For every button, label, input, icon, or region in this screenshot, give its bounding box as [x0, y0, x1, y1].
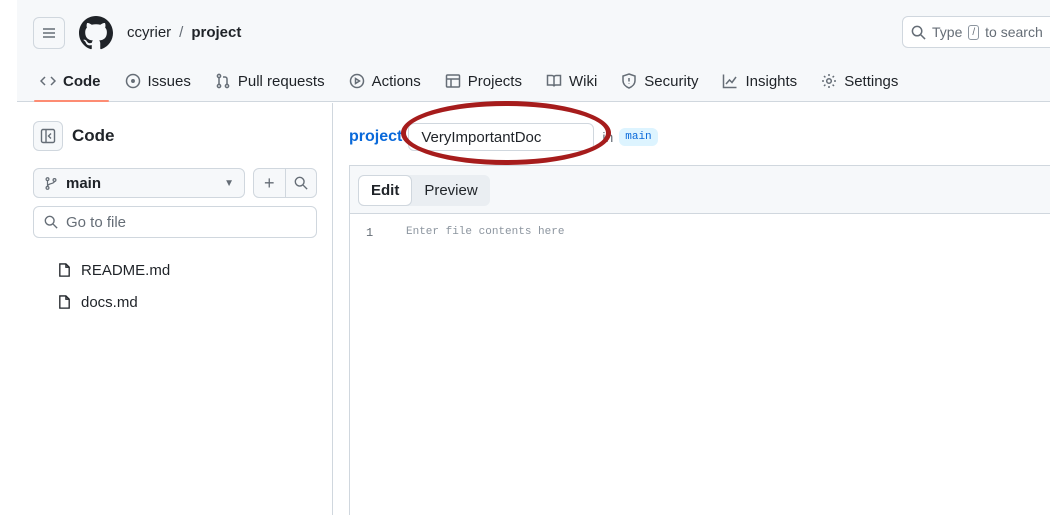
tab-insights-label: Insights	[745, 72, 798, 90]
search-icon	[44, 215, 58, 229]
tab-security-label: Security	[644, 72, 699, 90]
tab-pull-requests-label: Pull requests	[237, 72, 325, 90]
shield-icon	[622, 73, 637, 89]
tab-settings[interactable]: Settings	[815, 60, 910, 102]
tab-security[interactable]: Security	[615, 60, 710, 102]
github-logo-icon[interactable]	[79, 16, 113, 50]
editor-toolbar: Edit Preview	[350, 166, 1050, 214]
branch-name: main	[66, 174, 102, 192]
table-icon	[445, 74, 461, 88]
plus-icon: +	[263, 172, 275, 193]
editor-panel: Edit Preview 1 Enter file contents here	[349, 165, 1050, 515]
in-label: in	[602, 129, 614, 145]
book-icon	[546, 74, 562, 87]
tab-issues-label: Issues	[147, 72, 191, 90]
tab-projects-label: Projects	[467, 72, 522, 90]
hamburger-icon	[43, 28, 55, 38]
issue-opened-icon	[125, 73, 140, 89]
go-to-file-input[interactable]: Go to file	[33, 206, 317, 238]
top-header: ccyrier / project Type / to search Code …	[17, 0, 1050, 102]
tab-code[interactable]: Code	[34, 60, 113, 102]
search-suffix: to search	[985, 24, 1043, 40]
breadcrumb-separator: /	[179, 24, 184, 41]
go-to-file-placeholder: Go to file	[66, 213, 127, 231]
sidebar-collapse-icon	[40, 128, 56, 144]
tab-code-label: Code	[63, 72, 101, 90]
tab-edit[interactable]: Edit	[358, 175, 413, 206]
code-icon	[40, 76, 56, 86]
file-path-bar: project in main	[349, 123, 658, 151]
file-tree-item[interactable]: README.md	[57, 254, 170, 286]
tab-preview[interactable]: Preview	[412, 175, 489, 206]
search-box[interactable]: Type / to search	[902, 16, 1050, 48]
tab-wiki[interactable]: Wiki	[540, 60, 609, 102]
editor-placeholder: Enter file contents here	[406, 226, 565, 238]
line-number: 1	[366, 226, 374, 240]
file-icon	[59, 263, 70, 277]
tab-actions-label: Actions	[371, 72, 421, 90]
tab-settings-label: Settings	[844, 72, 899, 90]
tab-wiki-label: Wiki	[568, 72, 598, 90]
tab-actions[interactable]: Actions	[343, 60, 433, 102]
tab-pull-requests[interactable]: Pull requests	[209, 60, 337, 102]
add-file-button[interactable]: +	[254, 169, 285, 197]
search-icon	[294, 176, 308, 190]
search-files-button[interactable]	[284, 169, 317, 197]
file-icon	[59, 295, 70, 309]
filename-input[interactable]	[408, 123, 595, 151]
search-shortcut-key: /	[968, 24, 980, 40]
sidebar-title: Code	[72, 126, 115, 145]
repo-owner-link[interactable]: ccyrier	[127, 24, 171, 41]
file-actions-group: +	[253, 168, 317, 198]
breadcrumb: ccyrier / project	[127, 24, 241, 41]
tab-issues[interactable]: Issues	[119, 60, 203, 102]
branch-selector[interactable]: main ▼	[33, 168, 245, 198]
play-icon	[349, 73, 364, 89]
search-icon	[911, 25, 926, 40]
git-pull-request-icon	[216, 73, 230, 89]
editor-tabs: Edit Preview	[358, 175, 490, 206]
file-name: docs.md	[81, 293, 138, 311]
repo-nav: Code Issues Pull requests Actions Projec…	[34, 60, 916, 102]
tab-insights[interactable]: Insights	[716, 60, 809, 102]
collapse-sidebar-button[interactable]	[33, 121, 63, 151]
file-tree: README.md docs.md	[57, 254, 170, 318]
repo-link[interactable]: project	[349, 128, 402, 146]
graph-icon	[723, 74, 738, 89]
file-name: README.md	[81, 261, 171, 279]
git-branch-icon	[45, 176, 57, 190]
repo-name-link[interactable]: project	[191, 24, 241, 41]
search-prefix: Type	[932, 24, 963, 40]
file-tree-item[interactable]: docs.md	[57, 286, 170, 318]
tab-projects[interactable]: Projects	[439, 60, 534, 102]
gear-icon	[822, 74, 837, 88]
menu-button[interactable]	[33, 17, 65, 49]
target-branch-badge: main	[619, 128, 658, 146]
new-file-editor: project in main Edit Preview 1 Enter fil…	[333, 101, 1050, 515]
chevron-down-icon: ▼	[224, 177, 234, 189]
file-tree-sidebar: Code main ▼ + Go to file README.md docs.…	[17, 103, 333, 515]
